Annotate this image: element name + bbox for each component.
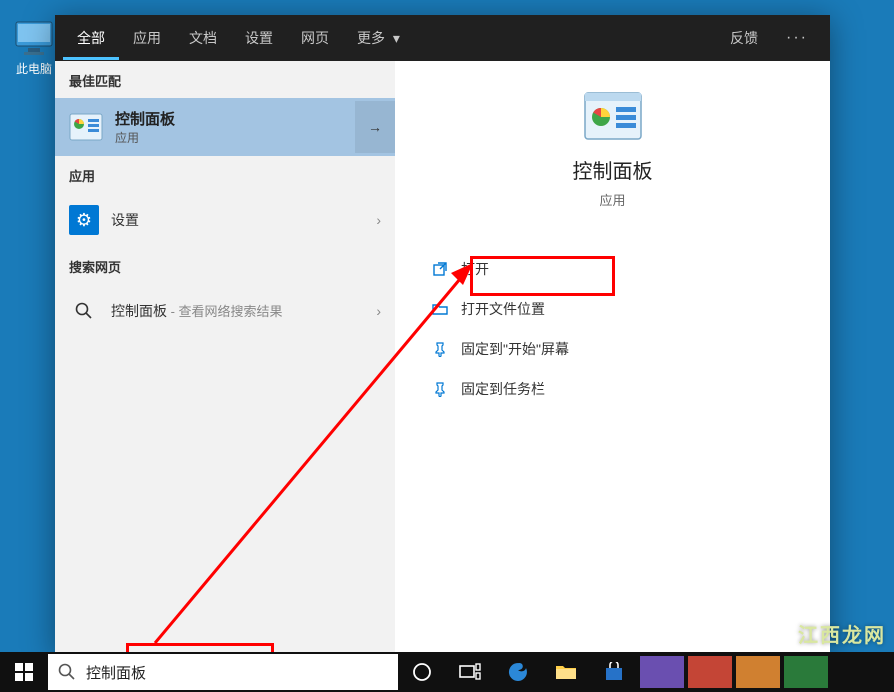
arrow-right-icon: → [368, 119, 382, 135]
tab-all[interactable]: 全部 [63, 16, 119, 60]
result-subtitle: 应用 [115, 129, 343, 146]
tab-documents[interactable]: 文档 [175, 16, 231, 60]
action-open-label: 打开 [461, 259, 489, 279]
taskbar-app-4[interactable] [784, 656, 828, 688]
tab-more[interactable]: 更多 ▾ [343, 16, 414, 60]
file-explorer-button[interactable] [542, 652, 590, 692]
action-pin-start-label: 固定到"开始"屏幕 [461, 339, 569, 359]
store-button[interactable] [590, 652, 638, 692]
result-title: 控制面板 [115, 108, 343, 129]
chevron-right-icon: › [376, 212, 381, 228]
more-options-button[interactable]: ··· [772, 17, 822, 59]
preview-actions: 打开 打开文件位置 固定到"开始"屏幕 固定到任务栏 [395, 249, 830, 409]
task-view-button[interactable] [446, 652, 494, 692]
action-open-location-label: 打开文件位置 [461, 299, 545, 319]
chevron-right-icon: › [376, 303, 381, 319]
web-result-text: 控制面板 - 查看网络搜索结果 [111, 301, 364, 321]
tab-apps[interactable]: 应用 [119, 16, 175, 60]
group-web: 搜索网页 [55, 247, 395, 284]
taskbar [0, 652, 894, 692]
open-icon [431, 261, 449, 277]
action-open[interactable]: 打开 [425, 249, 830, 289]
search-tabs: 全部 应用 文档 设置 网页 更多 ▾ 反馈 ··· [55, 15, 830, 61]
tab-web[interactable]: 网页 [287, 16, 343, 60]
desktop-this-pc[interactable]: 此电脑 [10, 20, 58, 77]
folder-icon [431, 301, 449, 317]
edge-browser-button[interactable] [494, 652, 542, 692]
expand-arrow-button[interactable]: → [355, 101, 395, 153]
cortana-button[interactable] [398, 652, 446, 692]
preview-subtitle: 应用 [395, 190, 830, 209]
desktop-this-pc-label: 此电脑 [10, 60, 58, 77]
result-control-panel[interactable]: 控制面板 应用 → [55, 98, 395, 156]
this-pc-icon [14, 20, 54, 56]
start-button[interactable] [0, 652, 48, 692]
action-open-file-location[interactable]: 打开文件位置 [425, 289, 830, 329]
action-pin-taskbar-label: 固定到任务栏 [461, 379, 545, 399]
pin-icon [431, 341, 449, 357]
taskbar-search-box[interactable] [48, 654, 398, 690]
tab-settings[interactable]: 设置 [231, 16, 287, 60]
search-icon [69, 296, 99, 326]
preview-title: 控制面板 [395, 155, 830, 184]
pin-icon [431, 381, 449, 397]
result-settings-app[interactable]: ⚙ 设置 › [55, 193, 395, 247]
control-panel-icon [69, 113, 103, 141]
tab-more-label: 更多 [357, 28, 385, 48]
taskbar-app-3[interactable] [736, 656, 780, 688]
taskbar-app-2[interactable] [688, 656, 732, 688]
feedback-link[interactable]: 反馈 [716, 16, 772, 60]
chevron-down-icon: ▾ [389, 30, 400, 47]
taskbar-app-1[interactable] [640, 656, 684, 688]
search-results-panel: 全部 应用 文档 设置 网页 更多 ▾ 反馈 ··· 最佳匹配 控制面板 应用 [55, 15, 830, 655]
result-web-search[interactable]: 控制面板 - 查看网络搜索结果 › [55, 284, 395, 338]
action-pin-to-taskbar[interactable]: 固定到任务栏 [425, 369, 830, 409]
action-pin-to-start[interactable]: 固定到"开始"屏幕 [425, 329, 830, 369]
group-apps: 应用 [55, 156, 395, 193]
windows-logo-icon [15, 663, 33, 681]
group-best-match: 最佳匹配 [55, 61, 395, 98]
watermark: 江西龙网 [798, 619, 886, 648]
settings-label: 设置 [111, 210, 364, 230]
results-list: 最佳匹配 控制面板 应用 → 应用 ⚙ 设置 › [55, 61, 395, 655]
control-panel-large-icon [583, 91, 643, 141]
search-input[interactable] [86, 664, 388, 681]
result-preview-pane: 控制面板 应用 打开 打开文件位置 固定到"开始"屏幕 固定到 [395, 61, 830, 655]
gear-icon: ⚙ [69, 205, 99, 235]
search-icon [58, 663, 76, 681]
